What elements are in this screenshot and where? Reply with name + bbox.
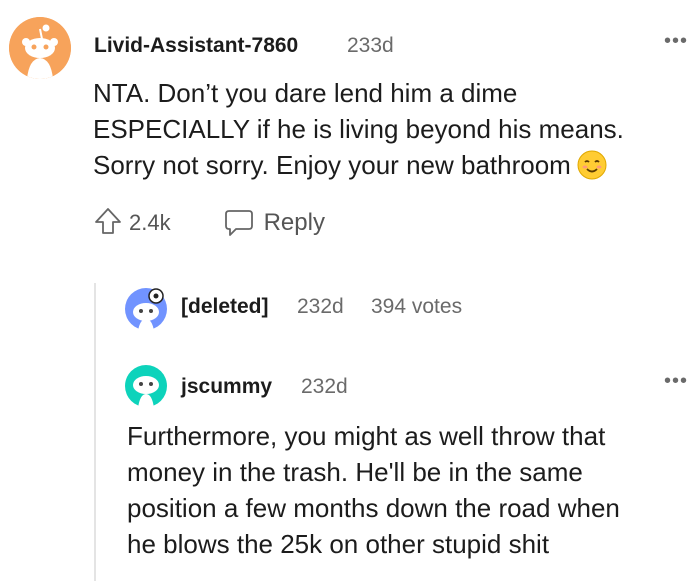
- snoo-avatar-icon: [125, 288, 167, 331]
- comment-line: Furthermore, you might as well throw tha…: [127, 421, 606, 451]
- smiling-face-emoji: [577, 150, 607, 189]
- comment-line: NTA. Don’t you dare lend him a dime: [93, 78, 518, 108]
- avatar: [124, 287, 168, 331]
- comment-actions: 2.4k Reply: [93, 206, 325, 240]
- comment-username: [deleted]: [181, 295, 269, 318]
- reply-label: Reply: [263, 209, 325, 236]
- comment-age: 232d: [297, 295, 344, 318]
- comment-body: Furthermore, you might as well throw tha…: [127, 418, 697, 562]
- thread-line[interactable]: [94, 283, 96, 581]
- upvote-arrow-icon[interactable]: [93, 206, 123, 241]
- more-options-icon[interactable]: •••: [664, 30, 688, 53]
- snoo-avatar-icon: [9, 17, 71, 79]
- more-options-icon[interactable]: •••: [664, 370, 688, 393]
- avatar[interactable]: [9, 17, 71, 79]
- comment-line: he blows the 25k on other stupid shit: [127, 529, 550, 559]
- comment-line: money in the trash. He'll be in the same: [127, 457, 583, 487]
- reply-button[interactable]: Reply: [223, 208, 325, 238]
- comment-body: NTA. Don’t you dare lend him a dime ESPE…: [93, 75, 683, 189]
- comment-age: 233d: [347, 34, 394, 57]
- speech-bubble-icon: [224, 210, 253, 236]
- comment-username[interactable]: Livid-Assistant-7860: [94, 34, 298, 58]
- vote-count: 2.4k: [129, 210, 171, 235]
- vote-count: 394 votes: [371, 295, 463, 318]
- snoo-avatar-icon: [125, 365, 167, 408]
- comment-line: position a few months down the road when: [127, 493, 620, 523]
- comment-line: ESPECIALLY if he is living beyond his me…: [93, 114, 624, 144]
- comment-age: 232d: [301, 375, 348, 398]
- avatar[interactable]: [124, 364, 168, 408]
- comment-username[interactable]: jscummy: [181, 375, 272, 399]
- comment-line: Sorry not sorry. Enjoy your new bathroom: [93, 147, 683, 189]
